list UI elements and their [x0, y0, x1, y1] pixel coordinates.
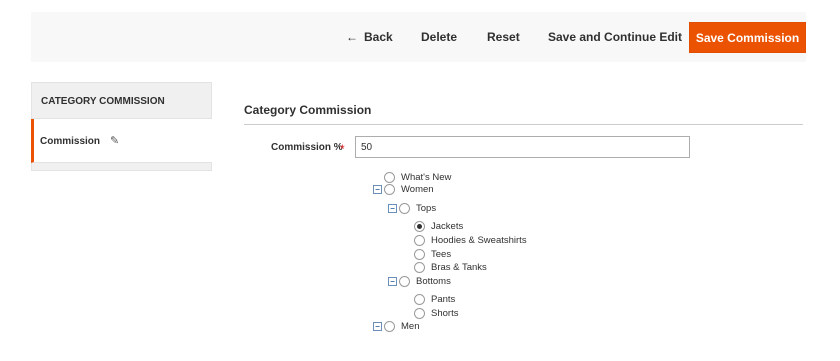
radio-button[interactable]	[414, 293, 425, 305]
pencil-icon: ✎	[110, 135, 120, 147]
radio-button[interactable]	[414, 261, 425, 273]
tree-item-label: Tops	[416, 202, 437, 214]
collapse-toggle-icon[interactable]: −	[373, 321, 382, 331]
commission-input[interactable]	[355, 136, 690, 158]
tree-item-label: Hoodies & Sweatshirts	[431, 234, 527, 246]
tree-item-tops[interactable]: − Tops	[388, 201, 436, 215]
tree-item-label: Tees	[431, 248, 452, 260]
section-divider	[244, 124, 803, 125]
save-commission-button[interactable]: Save Commission	[689, 22, 806, 53]
page-actions-toolbar: ← Back Delete Reset Save and Continue Edi…	[31, 12, 806, 62]
tree-item-label: Men	[401, 320, 420, 332]
radio-button[interactable]	[384, 171, 395, 183]
delete-button[interactable]: Delete	[421, 24, 457, 50]
sidebar: CATEGORY COMMISSION Commission ✎	[31, 82, 212, 171]
reset-button[interactable]: Reset	[487, 24, 520, 50]
tree-item-men[interactable]: − Men	[373, 319, 419, 333]
tree-item-pants[interactable]: Pants	[414, 292, 455, 306]
collapse-toggle-icon[interactable]: −	[373, 184, 382, 194]
tree-item-bras-tanks[interactable]: Bras & Tanks	[414, 260, 487, 274]
arrow-left-icon: ←	[346, 30, 358, 44]
tree-item-shorts[interactable]: Shorts	[414, 306, 458, 320]
radio-button[interactable]	[414, 234, 425, 246]
section-title: Category Commission	[244, 103, 372, 117]
tree-item-label: Shorts	[431, 307, 459, 319]
sidebar-heading: CATEGORY COMMISSION	[31, 82, 212, 119]
tree-item-jackets[interactable]: Jackets	[414, 219, 463, 233]
tree-item-label: Women	[401, 183, 434, 195]
sidebar-item-commission[interactable]: Commission ✎	[31, 119, 212, 163]
collapse-toggle-icon[interactable]: −	[388, 203, 397, 213]
radio-button[interactable]	[384, 320, 395, 332]
radio-button[interactable]	[414, 307, 425, 319]
collapse-toggle-icon[interactable]: −	[388, 276, 397, 286]
tree-item-label: Bottoms	[416, 275, 451, 287]
radio-button-selected[interactable]	[414, 220, 425, 232]
tree-item-label: Bras & Tanks	[431, 261, 487, 273]
radio-button[interactable]	[384, 183, 395, 195]
radio-button[interactable]	[414, 248, 425, 260]
commission-field-label: Commission %	[271, 142, 343, 153]
tree-item-women[interactable]: − Women	[373, 182, 434, 196]
radio-button[interactable]	[399, 202, 410, 214]
tree-item-tees[interactable]: Tees	[414, 247, 451, 261]
back-button[interactable]: ← Back	[346, 24, 393, 50]
tree-item-label: What's New	[401, 171, 452, 183]
radio-button[interactable]	[399, 275, 410, 287]
tree-item-bottoms[interactable]: − Bottoms	[388, 274, 451, 288]
sidebar-footer	[31, 163, 212, 171]
save-and-continue-button[interactable]: Save and Continue Edit	[548, 24, 682, 50]
tree-item-hoodies[interactable]: Hoodies & Sweatshirts	[414, 233, 527, 247]
tree-item-label: Jackets	[431, 220, 464, 232]
tree-item-label: Pants	[431, 293, 456, 305]
sidebar-item-label: Commission	[40, 136, 101, 147]
required-marker: *	[340, 142, 345, 156]
